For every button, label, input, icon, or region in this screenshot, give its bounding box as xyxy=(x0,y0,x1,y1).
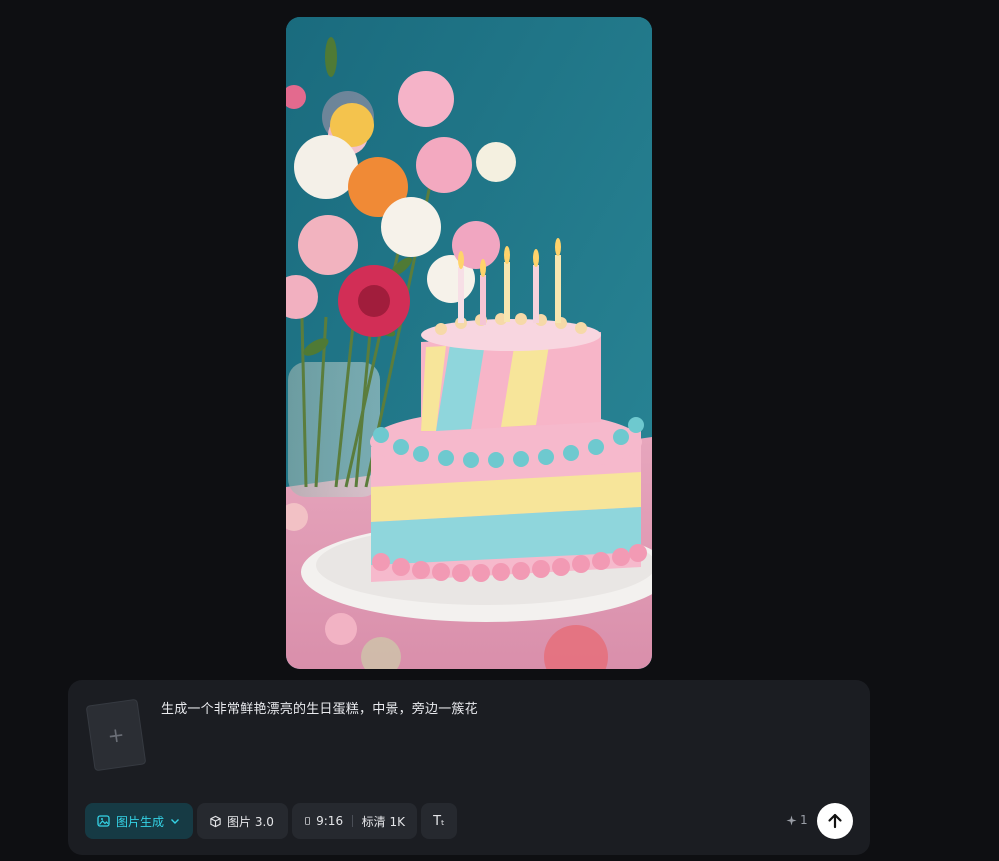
prompt-composer: + 生成一个非常鲜艳漂亮的生日蛋糕，中景，旁边一簇花 图片生成 图片 3.0 9… xyxy=(68,680,870,855)
reference-image-upload[interactable]: + xyxy=(85,698,147,772)
plus-icon: + xyxy=(106,721,126,749)
mode-select[interactable]: 图片生成 xyxy=(85,803,193,839)
credits-value: 1 xyxy=(800,813,808,827)
app-stage: + 生成一个非常鲜艳漂亮的生日蛋糕，中景，旁边一簇花 图片生成 图片 3.0 9… xyxy=(0,0,999,861)
quality-label: 标清 1K xyxy=(361,814,405,829)
divider xyxy=(352,815,353,827)
birthday-cake-illustration xyxy=(286,17,652,669)
generated-image[interactable] xyxy=(286,17,652,669)
cube-icon xyxy=(210,815,221,827)
text-style-icon: Tₜ xyxy=(433,813,445,829)
composer-toolbar: 图片生成 图片 3.0 9:16 标清 1K Tₜ xyxy=(85,803,457,839)
sparkle-icon xyxy=(786,814,797,826)
image-sparkle-icon xyxy=(97,815,110,827)
mode-select-label: 图片生成 xyxy=(115,814,164,829)
ratio-quality-select[interactable]: 9:16 标清 1K xyxy=(292,803,417,839)
phone-portrait-icon xyxy=(305,817,310,825)
aspect-ratio-label: 9:16 xyxy=(316,814,344,828)
prompt-input[interactable]: 生成一个非常鲜艳漂亮的生日蛋糕，中景，旁边一簇花 xyxy=(161,698,478,717)
credits-cost: 1 xyxy=(786,813,808,827)
model-select-label: 图片 3.0 xyxy=(227,814,274,829)
chevron-down-icon xyxy=(171,819,179,824)
model-select[interactable]: 图片 3.0 xyxy=(197,803,288,839)
arrow-up-icon xyxy=(828,813,842,829)
send-button[interactable] xyxy=(817,803,853,839)
text-style-button[interactable]: Tₜ xyxy=(421,803,457,839)
